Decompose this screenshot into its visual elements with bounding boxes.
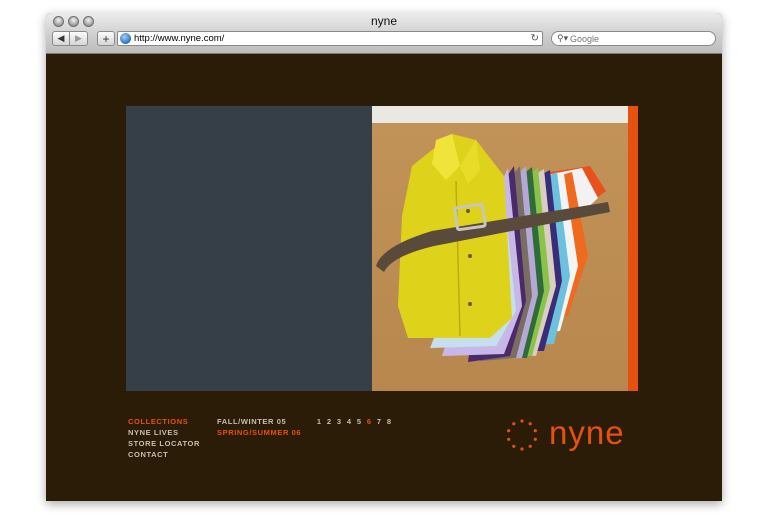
browser-window: nyne ◀ ▶ + http://www.nyne.com/ ↻ ⚲▾ Goo… xyxy=(46,13,722,501)
forward-button[interactable]: ▶ xyxy=(70,31,88,46)
slate-panel xyxy=(126,106,372,391)
shirts-illustration xyxy=(376,134,610,362)
menu-item-collections[interactable]: COLLECTIONS xyxy=(128,416,200,427)
page-link-7[interactable]: 7 xyxy=(376,416,382,427)
folded-shirts-photo xyxy=(372,106,628,391)
forward-arrow-icon: ▶ xyxy=(75,33,82,43)
back-arrow-icon: ◀ xyxy=(57,33,65,43)
search-icon: ⚲▾ xyxy=(557,33,569,43)
search-box[interactable]: ⚲▾ xyxy=(551,31,716,46)
main-menu: COLLECTIONS NYNE LIVES STORE LOCATOR CON… xyxy=(128,416,200,460)
page-link-1[interactable]: 1 xyxy=(316,416,322,427)
page-content: COLLECTIONS NYNE LIVES STORE LOCATOR CON… xyxy=(46,54,722,501)
window-title: nyne xyxy=(370,14,398,28)
page-link-8[interactable]: 8 xyxy=(386,416,392,427)
page-link-3[interactable]: 3 xyxy=(336,416,342,427)
menu-item-contact[interactable]: CONTACT xyxy=(128,449,200,460)
page-link-6[interactable]: 6 xyxy=(366,416,372,427)
menu-item-store-locator[interactable]: STORE LOCATOR xyxy=(128,438,200,449)
logo-wordmark: nyne xyxy=(549,414,625,451)
nyne-logo[interactable]: nyne xyxy=(502,415,642,455)
season-fall-winter-05[interactable]: FALL/WINTER 05 xyxy=(217,416,301,427)
address-bar[interactable]: http://www.nyne.com/ ↻ xyxy=(117,31,543,46)
plus-icon: + xyxy=(102,31,110,46)
reload-icon[interactable]: ↻ xyxy=(531,32,539,45)
globe-icon xyxy=(120,33,131,44)
page-link-4[interactable]: 4 xyxy=(346,416,352,427)
season-menu: FALL/WINTER 05 SPRING/SUMMER 06 xyxy=(217,416,301,438)
browser-toolbar: nyne ◀ ▶ + http://www.nyne.com/ ↻ ⚲▾ xyxy=(46,13,722,54)
menu-item-nyne-lives[interactable]: NYNE LIVES xyxy=(128,427,200,438)
accent-strip xyxy=(628,106,638,391)
season-spring-summer-06[interactable]: SPRING/SUMMER 06 xyxy=(217,427,301,438)
page-link-5[interactable]: 5 xyxy=(356,416,362,427)
add-bookmark-button[interactable]: + xyxy=(97,31,115,46)
back-button[interactable]: ◀ xyxy=(52,31,70,46)
page-link-2[interactable]: 2 xyxy=(326,416,332,427)
url-text[interactable]: http://www.nyne.com/ xyxy=(134,33,224,45)
page-numbers: 1 2 3 4 5 6 7 8 xyxy=(316,416,392,427)
dotted-circle-logo-icon xyxy=(507,419,537,451)
search-input[interactable] xyxy=(570,33,710,44)
